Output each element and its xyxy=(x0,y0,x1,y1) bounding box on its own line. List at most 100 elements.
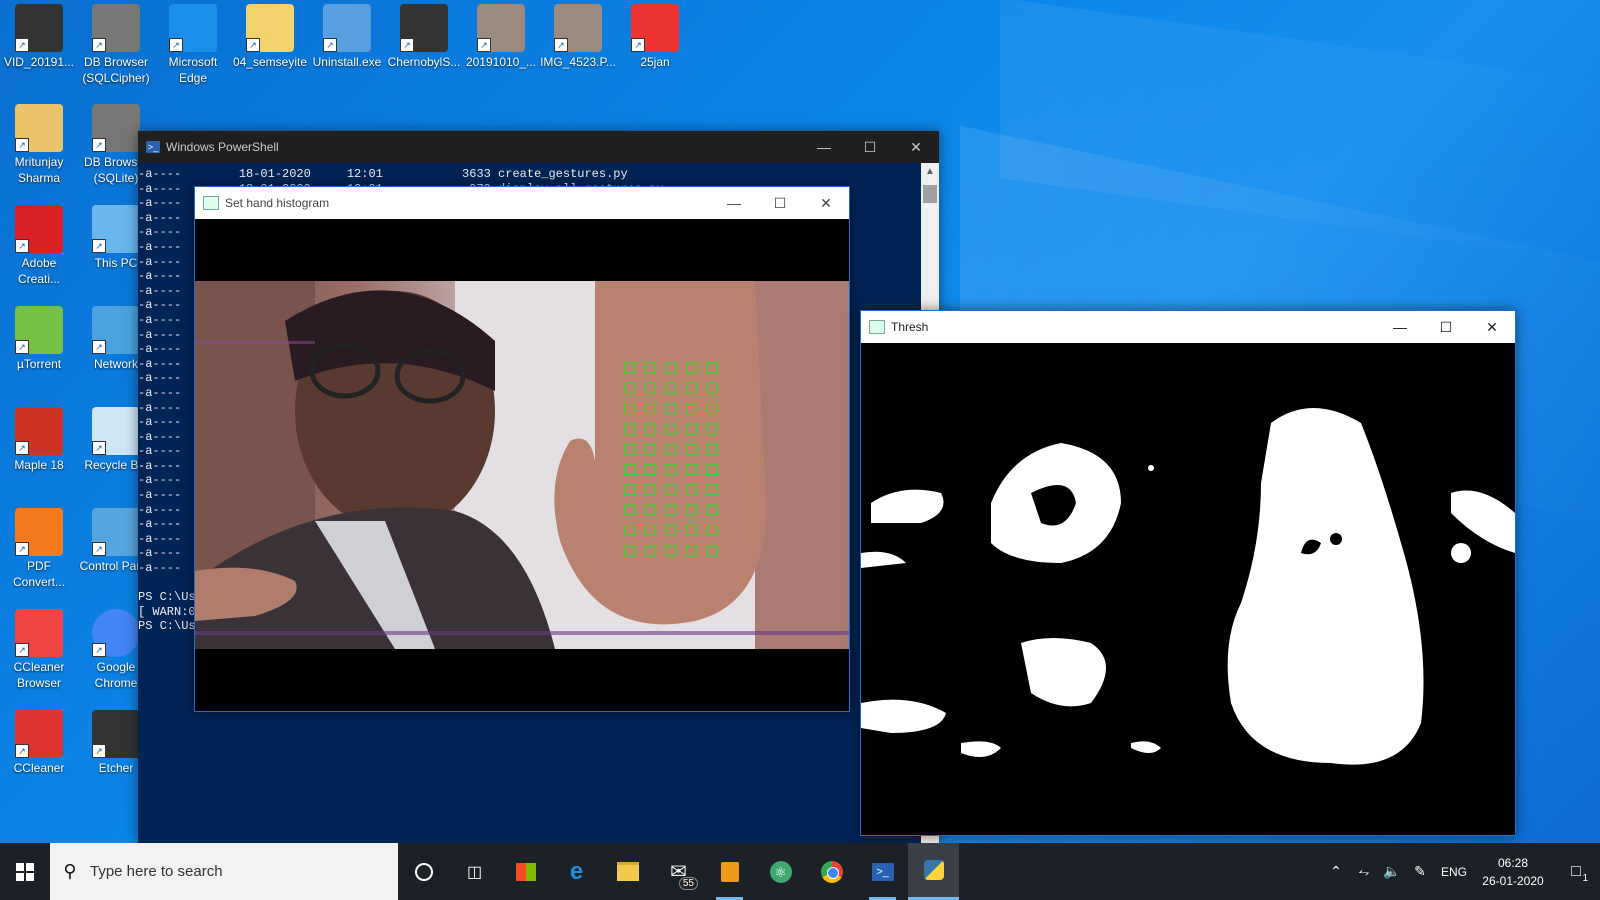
taskbar-powershell[interactable]: >_ xyxy=(857,843,908,900)
clock[interactable]: 06:28 26-01-2020 xyxy=(1474,854,1552,890)
maple-icon: ↗ xyxy=(15,407,63,455)
video-file-icon: ↗ xyxy=(15,4,63,52)
shortcut-arrow-icon: ↗ xyxy=(323,38,337,52)
desktop-icon[interactable]: ↗ PDF Convert... xyxy=(0,504,78,590)
scroll-up-icon[interactable]: ▲ xyxy=(921,163,939,181)
taskbar: ⚲ Type here to search ◫ e ✉ 55 ⚛ >_ ⌃ ⥊ … xyxy=(0,843,1600,900)
desktop-icon[interactable]: ↗ Uninstall.exe xyxy=(308,0,386,70)
python-icon xyxy=(923,860,944,880)
taskbar-sublime-text[interactable] xyxy=(704,843,755,900)
video-file-icon: ↗ xyxy=(400,4,448,52)
mail-badge: 55 xyxy=(678,877,698,890)
shortcut-arrow-icon: ↗ xyxy=(92,643,106,657)
image-file-icon: ↗ xyxy=(554,4,602,52)
camera-frame-image xyxy=(195,281,849,649)
desktop-icon-label: Mritunjay Sharma xyxy=(14,155,64,185)
folder-icon: ↗ xyxy=(246,4,294,52)
console-line: -a---- 18-01-2020 12:01 3633 create_gest… xyxy=(138,167,628,181)
opencv-window-icon xyxy=(203,196,219,210)
etcher-icon: ↗ xyxy=(92,710,140,758)
close-button[interactable]: ✕ xyxy=(803,187,849,219)
shortcut-arrow-icon: ↗ xyxy=(92,542,106,556)
desktop-icon[interactable]: ↗ VID_20191... xyxy=(0,0,78,70)
maximize-button[interactable]: ☐ xyxy=(847,131,893,163)
taskbar-file-explorer[interactable] xyxy=(602,843,653,900)
desktop-icon-label: PDF Convert... xyxy=(12,559,66,589)
hist-titlebar[interactable]: Set hand histogram — ☐ ✕ xyxy=(195,187,849,219)
shortcut-arrow-icon: ↗ xyxy=(554,38,568,52)
database-icon: ↗ xyxy=(92,4,140,52)
notification-count: 1 xyxy=(1582,872,1588,884)
taskbar-mail[interactable]: ✉ 55 xyxy=(653,843,704,900)
taskbar-chrome[interactable] xyxy=(806,843,857,900)
thresh-window[interactable]: Thresh — ☐ ✕ xyxy=(860,310,1516,836)
action-center-button[interactable]: □ 1 xyxy=(1552,863,1600,884)
desktop-icon[interactable]: ↗ 25jan xyxy=(616,0,694,70)
shortcut-arrow-icon: ↗ xyxy=(15,38,29,52)
network-icon: ↗ xyxy=(92,306,140,354)
desktop-icon-label: 04_semseyite xyxy=(232,55,308,69)
minimize-button[interactable]: — xyxy=(1377,311,1423,343)
close-button[interactable]: ✕ xyxy=(893,131,939,163)
desktop-icon-label: ChernobylS... xyxy=(387,55,461,69)
desktop-icon[interactable]: ↗ Mritunjay Sharma xyxy=(0,100,78,186)
taskbar-python[interactable] xyxy=(908,843,959,900)
scrollbar-thumb[interactable] xyxy=(923,185,937,203)
wifi-icon[interactable]: ⥊ xyxy=(1350,863,1378,880)
start-button[interactable] xyxy=(0,843,50,900)
chrome-icon xyxy=(820,860,843,883)
hand-histogram-window[interactable]: Set hand histogram — ☐ ✕ xyxy=(194,186,850,712)
shortcut-arrow-icon: ↗ xyxy=(15,744,29,758)
window-title: Windows PowerShell xyxy=(166,140,279,154)
desktop-icon[interactable]: ↗ 04_semseyite xyxy=(231,0,309,70)
volume-icon[interactable]: 🔈 xyxy=(1378,863,1406,880)
task-view-button[interactable]: ◫ xyxy=(449,843,500,900)
minimize-button[interactable]: — xyxy=(801,131,847,163)
taskbar-atom[interactable]: ⚛ xyxy=(755,843,806,900)
threshold-image xyxy=(861,343,1515,833)
desktop-icon[interactable]: ↗ DB Browser (SQLCipher) xyxy=(77,0,155,86)
adobe-cc-icon: ↗ xyxy=(15,205,63,253)
cortana-icon xyxy=(414,862,433,881)
edge-icon: ↗ xyxy=(169,4,217,52)
recycle-bin-icon: ↗ xyxy=(92,407,140,455)
atom-icon: ⚛ xyxy=(769,860,792,883)
pen-icon[interactable]: ✎ xyxy=(1406,863,1434,880)
language-indicator[interactable]: ENG xyxy=(1434,865,1474,879)
close-button[interactable]: ✕ xyxy=(1469,311,1515,343)
minimize-button[interactable]: — xyxy=(711,187,757,219)
pdf-icon: ↗ xyxy=(631,4,679,52)
show-hidden-icons-chevron-icon[interactable]: ⌃ xyxy=(1322,863,1350,880)
maximize-button[interactable]: ☐ xyxy=(1423,311,1469,343)
desktop-icon[interactable]: ↗ 20191010_... xyxy=(462,0,540,70)
desktop-icon[interactable]: ↗ Adobe Creati... xyxy=(0,201,78,287)
ccleaner-browser-icon: ↗ xyxy=(15,609,63,657)
shortcut-arrow-icon: ↗ xyxy=(477,38,491,52)
control-panel-icon: ↗ xyxy=(92,508,140,556)
desktop-icon[interactable]: ↗ IMG_4523.P... xyxy=(539,0,617,70)
desktop-icon[interactable]: ↗ ChernobylS... xyxy=(385,0,463,70)
user-folder-icon: ↗ xyxy=(15,104,63,152)
thresh-titlebar[interactable]: Thresh — ☐ ✕ xyxy=(861,311,1515,343)
desktop-icon[interactable]: ↗ Microsoft Edge xyxy=(154,0,232,86)
desktop-icon-label: Microsoft Edge xyxy=(168,55,218,85)
desktop-icon[interactable]: ↗ CCleaner Browser xyxy=(0,605,78,691)
shortcut-arrow-icon: ↗ xyxy=(246,38,260,52)
edge-icon: e xyxy=(569,857,584,885)
desktop-icon[interactable]: ↗ Maple 18 xyxy=(0,403,78,473)
camera-feed xyxy=(195,281,849,649)
folder-icon xyxy=(616,862,639,881)
cortana-button[interactable] xyxy=(398,843,449,900)
maximize-button[interactable]: ☐ xyxy=(757,187,803,219)
shortcut-arrow-icon: ↗ xyxy=(92,744,106,758)
desktop-icon[interactable]: ↗ CCleaner xyxy=(0,706,78,776)
taskbar-microsoft-store[interactable] xyxy=(500,843,551,900)
utorrent-icon: ↗ xyxy=(15,306,63,354)
taskbar-edge[interactable]: e xyxy=(551,843,602,900)
taskbar-search-box[interactable]: ⚲ Type here to search xyxy=(50,843,398,900)
powershell-titlebar[interactable]: >_ Windows PowerShell — ☐ ✕ xyxy=(138,131,939,163)
search-placeholder: Type here to search xyxy=(90,863,223,880)
shortcut-arrow-icon: ↗ xyxy=(15,239,29,253)
powershell-icon: >_ xyxy=(871,862,894,881)
desktop-icon[interactable]: ↗ µTorrent xyxy=(0,302,78,372)
